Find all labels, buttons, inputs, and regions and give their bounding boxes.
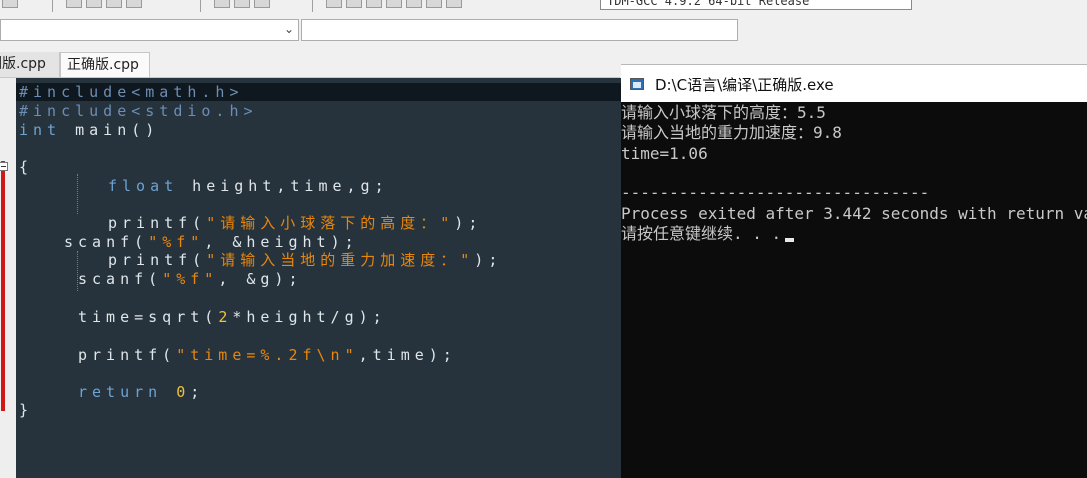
code-token: *height/g); [232, 308, 387, 326]
tab-label: 正确版.cpp [67, 57, 139, 73]
tab-file-2[interactable]: 正确版.cpp [60, 52, 150, 77]
toolbar-button[interactable] [106, 0, 122, 8]
code-editor[interactable]: #include<math.h> #include<stdio.h> int m… [0, 78, 621, 478]
code-token: , &height); [204, 233, 359, 251]
code-token: "%f" [148, 233, 205, 251]
code-line: #include<math.h> [19, 83, 244, 101]
member-select[interactable] [301, 19, 738, 41]
code-token: scanf( [64, 233, 149, 251]
console-app-icon [630, 78, 644, 90]
code-token: ); [474, 251, 503, 269]
console-output-line: 请输入当地的重力加速度：9.8 [621, 123, 842, 142]
toolbar-button[interactable] [366, 0, 382, 8]
toolbar-button[interactable] [426, 0, 442, 8]
code-token: return [78, 383, 163, 401]
toolbar-group-tools [326, 0, 462, 8]
code-line: int main() [19, 121, 159, 139]
code-token: 2 [218, 308, 233, 326]
code-token: { [19, 158, 34, 176]
compiler-select[interactable]: TDM-GCC 4.9.2 64-bit Release [600, 0, 912, 10]
toolbar-button[interactable] [66, 0, 82, 8]
toolbar-button[interactable] [214, 0, 230, 8]
toolbar-button[interactable] [86, 0, 102, 8]
code-token: } [19, 401, 34, 419]
code-token: printf( [108, 251, 207, 269]
code-line: return 0; [78, 383, 204, 401]
toolbar-button[interactable] [386, 0, 402, 8]
console-output-line: -------------------------------- [621, 183, 930, 202]
toolbar-separator [312, 0, 313, 12]
code-token: height,time,g; [178, 177, 389, 195]
toolbar-group-build [214, 0, 270, 8]
code-token: "time=%.2f\n" [176, 346, 359, 364]
toolbar-separator [200, 0, 201, 12]
code-token: , &g); [218, 270, 303, 288]
code-token: 0 [176, 383, 191, 401]
console-output-line: 请按任意键继续. . . [621, 224, 782, 243]
code-line: printf("time=%.2f\n",time); [78, 346, 457, 364]
code-line: } [19, 401, 33, 419]
code-line: printf("请输入小球落下的高度："); [108, 214, 482, 232]
tab-label: 测版.cpp [0, 56, 46, 72]
code-token: float [108, 177, 179, 195]
main-toolbar: TDM-GCC 4.9.2 64-bit Release [0, 0, 1087, 14]
toolbar-button[interactable] [406, 0, 422, 8]
code-token: printf( [78, 346, 177, 364]
code-line: float height,time,g; [108, 177, 389, 195]
indent-guide [77, 174, 78, 214]
fold-icon[interactable] [0, 162, 8, 171]
toolbar-group-file [2, 0, 18, 8]
toolbar-group-edit [66, 0, 142, 8]
editor-gutter [0, 78, 16, 478]
code-token: main() [61, 121, 160, 139]
code-token: time=sqrt( [78, 308, 219, 326]
console-cursor [785, 238, 794, 242]
code-token: #include<math.h> [19, 83, 244, 101]
tab-file-1[interactable]: 测版.cpp [0, 52, 60, 77]
console-output-line: Process exited after 3.442 seconds with … [621, 204, 1087, 223]
code-line: { [19, 158, 33, 176]
code-token: scanf( [78, 270, 163, 288]
toolbar-button[interactable] [126, 0, 142, 8]
console-window[interactable]: D:\C语言\编译\正确版.exe 请输入小球落下的高度：5.5 请输入当地的重… [621, 64, 1087, 478]
console-title-bar[interactable]: D:\C语言\编译\正确版.exe [621, 64, 1087, 102]
toolbar-button[interactable] [346, 0, 362, 8]
code-token: "请输入小球落下的高度：" [206, 214, 455, 232]
chevron-down-icon[interactable]: ⌄ [284, 22, 294, 36]
code-line: scanf("%f", &g); [78, 270, 303, 288]
class-browser-bar: ⌄ [0, 14, 1087, 52]
toolbar-button[interactable] [234, 0, 250, 8]
code-line: time=sqrt(2*height/g); [78, 308, 387, 326]
console-title: D:\C语言\编译\正确版.exe [655, 76, 834, 94]
code-token: ); [454, 214, 483, 232]
code-token: #include<stdio.h> [19, 102, 258, 120]
code-token: "%f" [162, 270, 219, 288]
console-output-line: 请输入小球落下的高度：5.5 [621, 103, 826, 122]
code-line: scanf("%f", &height); [64, 233, 359, 251]
code-token: "请输入当地的重力加速度：" [206, 251, 475, 269]
toolbar-button[interactable] [446, 0, 462, 8]
code-token: ,time); [358, 346, 457, 364]
code-token: ; [190, 383, 205, 401]
toolbar-button[interactable] [254, 0, 270, 8]
class-select[interactable]: ⌄ [0, 19, 299, 41]
code-line: printf("请输入当地的重力加速度："); [108, 251, 502, 269]
block-indicator [1, 161, 5, 411]
code-token: printf( [108, 214, 207, 232]
toolbar-button[interactable] [326, 0, 342, 8]
console-output-line: time=1.06 [621, 144, 708, 163]
editor-tab-bar: 测版.cpp 正确版.cpp [0, 52, 620, 78]
code-line: #include<stdio.h> [19, 102, 258, 120]
toolbar-button[interactable] [2, 0, 18, 8]
toolbar-separator [52, 0, 53, 12]
code-token: int [19, 121, 62, 139]
